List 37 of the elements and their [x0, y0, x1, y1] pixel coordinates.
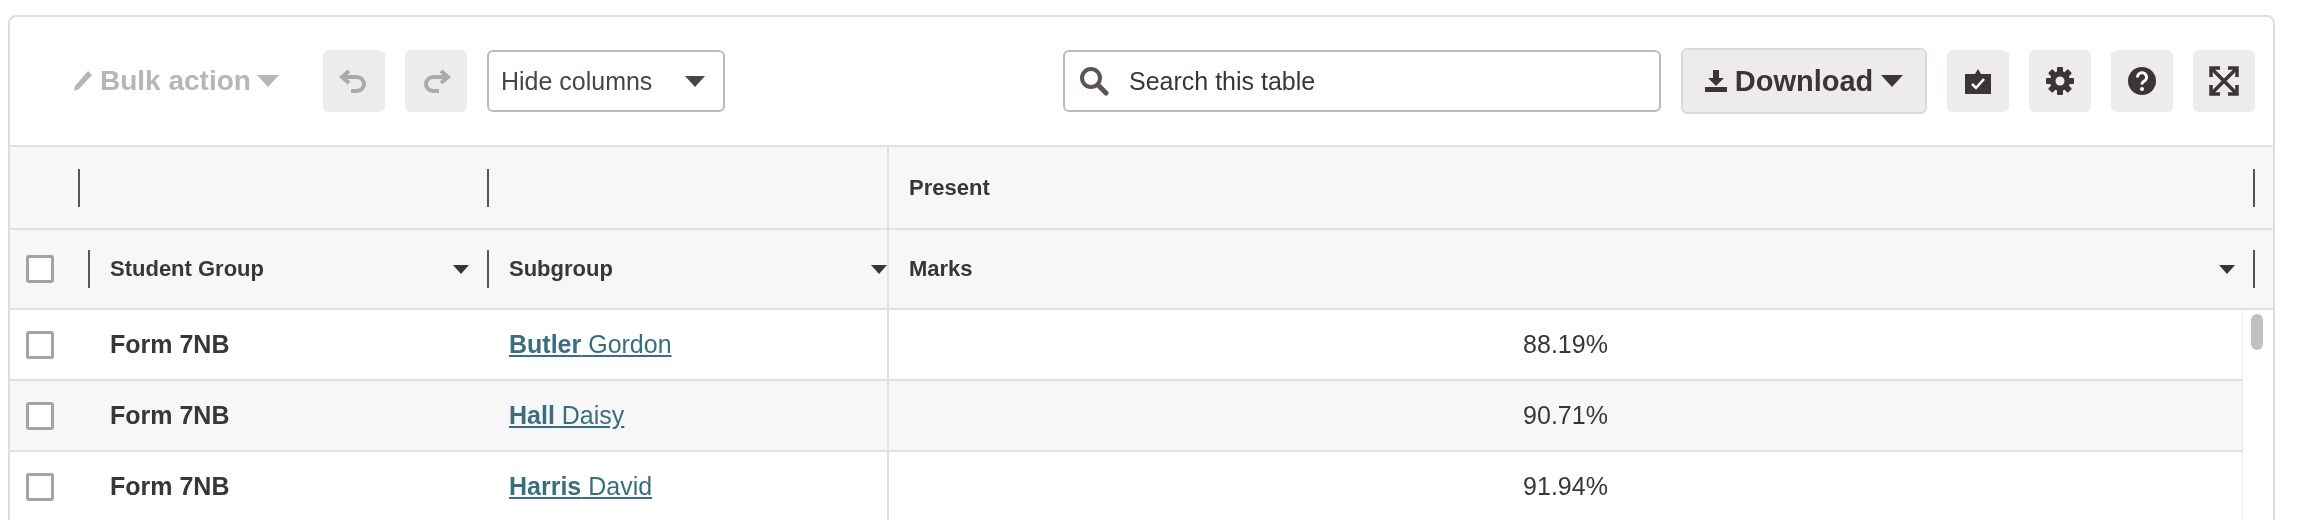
row-checkbox[interactable] [26, 472, 54, 501]
select-all-checkbox[interactable] [26, 255, 54, 283]
caret-icon [684, 75, 705, 87]
column-group-header: Present [909, 174, 990, 201]
table-cell: Form 7NB [110, 330, 230, 359]
table-cell: 88.19% [1523, 330, 1608, 359]
sort-caret-icon[interactable] [871, 264, 887, 274]
caret-icon [1881, 75, 1904, 87]
fullscreen-button[interactable] [2193, 50, 2255, 112]
scrollbar-thumb[interactable] [2251, 314, 2263, 350]
pencil-icon [72, 69, 94, 93]
sort-caret-icon[interactable] [453, 264, 469, 274]
settings-button[interactable] [2029, 50, 2091, 112]
table-cell: 91.94% [1523, 472, 1608, 501]
hide-columns-dropdown[interactable]: Hide columns [486, 50, 725, 112]
student-link[interactable]: Harris David [509, 472, 653, 501]
table-cell: 90.71% [1523, 401, 1608, 430]
undo-icon [338, 67, 369, 95]
help-button[interactable] [2111, 50, 2173, 112]
column-header[interactable]: Subgroup [509, 256, 613, 282]
help-icon [2127, 66, 2157, 96]
settings-icon [2045, 66, 2075, 96]
search-field[interactable]: Search this table [1063, 50, 1661, 112]
student-link[interactable]: Hall Daisy [509, 401, 625, 430]
caret-icon [256, 75, 279, 87]
download-button[interactable]: Download [1681, 48, 1927, 114]
sort-caret-icon[interactable] [2219, 264, 2235, 274]
column-header[interactable]: Student Group [110, 256, 264, 282]
row-checkbox[interactable] [26, 330, 54, 359]
expand-icon [2209, 66, 2239, 96]
table-cell: Form 7NB [110, 401, 230, 430]
student-link[interactable]: Butler Gordon [509, 330, 672, 359]
download-icon [1704, 70, 1727, 92]
table-cell: Form 7NB [110, 472, 230, 501]
row-checkbox[interactable] [26, 401, 54, 430]
column-header[interactable]: Marks [909, 256, 973, 282]
calendar-check-button[interactable] [1947, 50, 2009, 112]
